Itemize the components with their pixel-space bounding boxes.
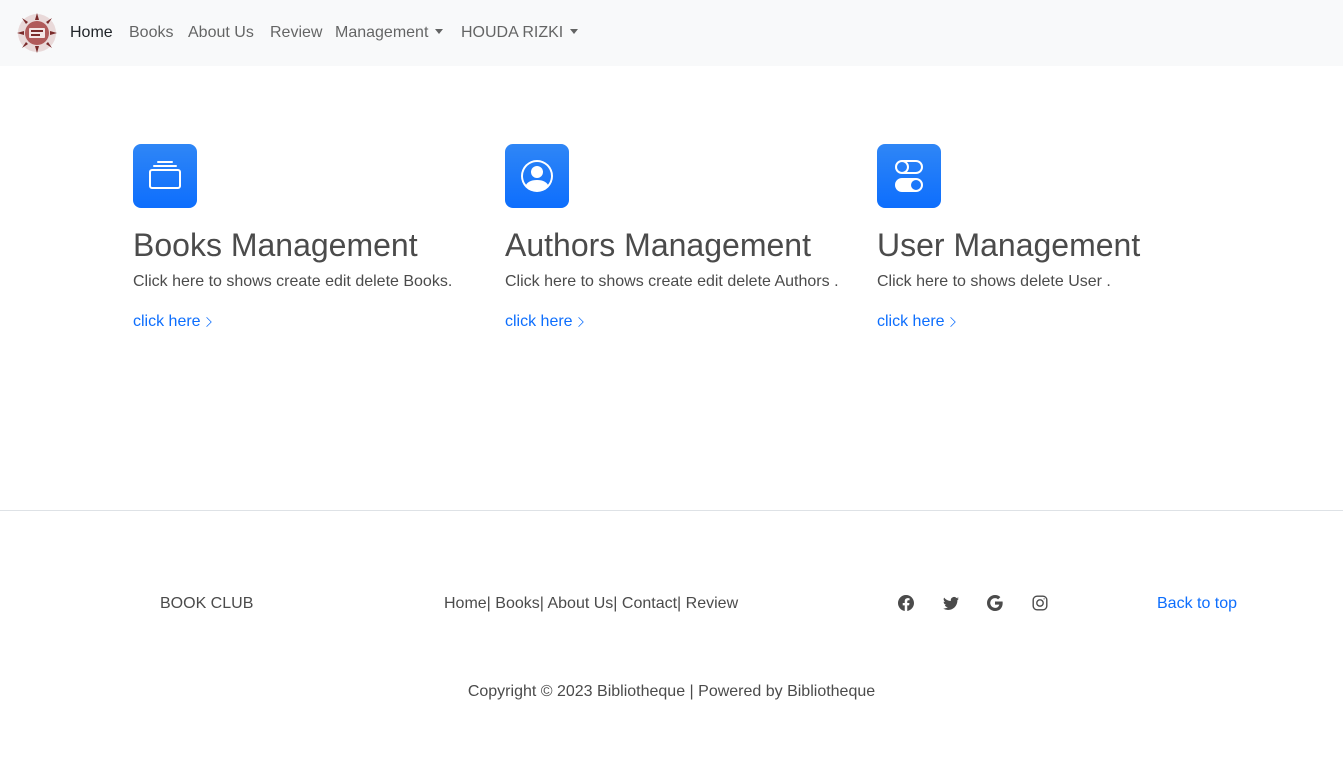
- users-click-here-link[interactable]: click here: [877, 312, 959, 332]
- feature-description: Click here to shows create edit delete A…: [505, 273, 839, 290]
- navbar: Home Books About Us Review Management HO…: [0, 0, 1343, 66]
- chevron-down-icon: [435, 29, 444, 34]
- nav-review[interactable]: Review: [270, 23, 322, 43]
- link-label: click here: [505, 313, 573, 330]
- feature-icon-box: [133, 144, 197, 208]
- nav-home[interactable]: Home: [70, 23, 113, 43]
- nav-management-dropdown[interactable]: Management: [335, 23, 444, 43]
- instagram-link[interactable]: [1031, 594, 1049, 612]
- feature-title: Books Management: [133, 227, 418, 263]
- footer-link-home[interactable]: Home|: [444, 595, 491, 612]
- footer-link-about[interactable]: About Us|: [547, 595, 617, 612]
- feature-description: Click here to shows delete User .: [877, 273, 1111, 290]
- footer-brand: BOOK CLUB: [160, 595, 254, 612]
- feature-icon-box: [505, 144, 569, 208]
- nav-user-dropdown[interactable]: HOUDA RIZKI: [461, 23, 579, 43]
- footer-link-contact[interactable]: Contact|: [622, 595, 681, 612]
- facebook-link[interactable]: [897, 594, 915, 612]
- instagram-icon: [1032, 595, 1048, 611]
- footer-links: Home| Books| About Us| Contact| Review: [444, 594, 738, 614]
- back-to-top-link[interactable]: Back to top: [1157, 594, 1237, 614]
- footer-link-review[interactable]: Review: [686, 595, 738, 612]
- google-icon: [987, 595, 1003, 611]
- nav-books[interactable]: Books: [129, 23, 173, 43]
- nav-management-label: Management: [335, 24, 429, 41]
- book-club-logo: [17, 13, 57, 53]
- chevron-right-icon: [949, 317, 956, 327]
- nav-user-label: HOUDA RIZKI: [461, 24, 564, 41]
- facebook-icon: [898, 595, 914, 611]
- footer-divider: [0, 510, 1343, 511]
- twitter-icon: [943, 596, 959, 610]
- feature-description: Click here to shows create edit delete B…: [133, 273, 453, 290]
- brand-logo[interactable]: [15, 11, 59, 55]
- feature-icon-box: [877, 144, 941, 208]
- chevron-right-icon: [205, 317, 212, 327]
- authors-click-here-link[interactable]: click here: [505, 312, 587, 332]
- chevron-right-icon: [577, 317, 584, 327]
- person-circle-icon: [521, 160, 553, 192]
- books-click-here-link[interactable]: click here: [133, 312, 215, 332]
- footer-link-books[interactable]: Books|: [495, 595, 544, 612]
- link-label: click here: [133, 313, 201, 330]
- chevron-down-icon: [570, 29, 579, 34]
- copyright-text: Copyright © 2023 Bibliotheque | Powered …: [467, 683, 876, 700]
- feature-title: Authors Management: [505, 227, 811, 263]
- link-label: click here: [877, 313, 945, 330]
- feature-title: User Management: [877, 227, 1141, 263]
- toggles-icon: [895, 160, 923, 192]
- collection-icon: [149, 161, 181, 189]
- nav-about[interactable]: About Us: [188, 23, 254, 43]
- google-link[interactable]: [986, 594, 1004, 612]
- twitter-link[interactable]: [942, 594, 960, 612]
